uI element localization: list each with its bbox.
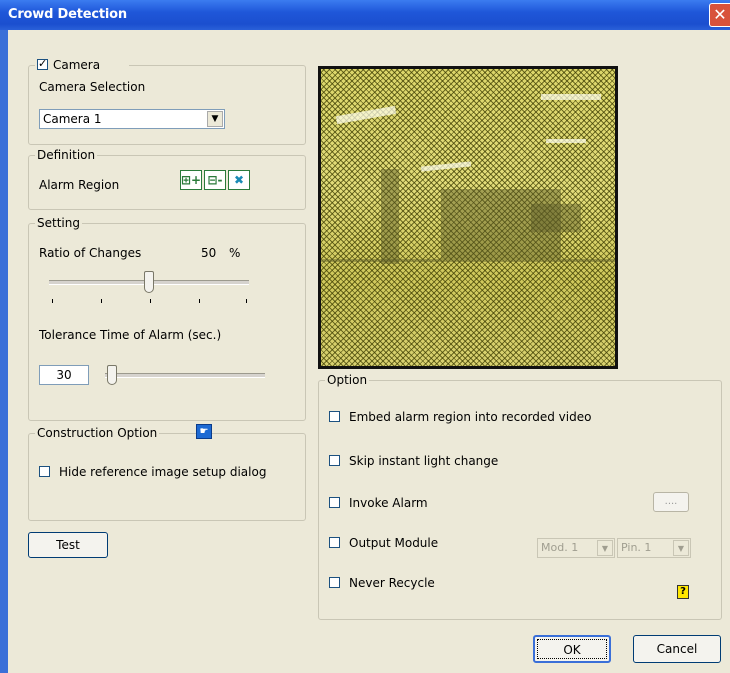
test-button[interactable]: Test: [28, 532, 108, 558]
definition-legend: Definition: [35, 148, 98, 162]
camera-legend: Camera: [35, 57, 129, 72]
never-recycle-label: Never Recycle: [349, 576, 435, 590]
clear-region-icon[interactable]: ✖: [228, 170, 250, 190]
ratio-of-changes-label: Ratio of Changes: [39, 246, 142, 260]
tolerance-slider-track[interactable]: [105, 373, 265, 378]
hide-reference-label: Hide reference image setup dialog: [59, 465, 267, 479]
setting-legend: Setting: [35, 216, 82, 230]
hide-reference-checkbox[interactable]: [39, 466, 50, 477]
pin-select-value: Pin. 1: [621, 541, 652, 554]
crowd-detection-window: Crowd Detection ✕ Camera Camera Selectio…: [0, 0, 730, 673]
ceiling-light: [335, 105, 397, 125]
camera-checkbox[interactable]: [37, 57, 48, 71]
never-recycle-checkbox[interactable]: [329, 577, 340, 588]
cancel-button[interactable]: Cancel: [633, 635, 721, 663]
invoke-alarm-label: Invoke Alarm: [349, 496, 428, 510]
chevron-down-icon[interactable]: ▼: [207, 111, 223, 127]
room-furniture: [531, 204, 581, 232]
ceiling-light: [420, 161, 472, 172]
ok-button[interactable]: OK: [533, 635, 611, 663]
close-button[interactable]: ✕: [709, 3, 730, 27]
room-floor-shadow: [321, 259, 615, 262]
output-module-checkbox[interactable]: [329, 537, 340, 548]
camera-selection-label: Camera Selection: [39, 80, 146, 94]
help-icon[interactable]: ?: [677, 585, 689, 599]
invoke-alarm-checkbox[interactable]: [329, 497, 340, 508]
chevron-down-icon[interactable]: ▼: [673, 540, 689, 556]
alarm-region-label: Alarm Region: [39, 178, 120, 192]
invoke-alarm-settings-button[interactable]: ....: [653, 492, 689, 512]
ceiling-light: [541, 94, 601, 100]
tolerance-time-label: Tolerance Time of Alarm (sec.): [39, 328, 222, 342]
ratio-tick: [101, 299, 102, 303]
window-title: Crowd Detection: [8, 7, 127, 22]
ratio-value: 50: [201, 246, 217, 260]
ceiling-light: [546, 139, 586, 143]
camera-preview-image[interactable]: [318, 66, 618, 369]
title-bar[interactable]: Crowd Detection ✕: [0, 0, 730, 30]
tolerance-time-input[interactable]: 30: [39, 365, 89, 385]
dialog-client-area: Camera Camera Selection Camera 1 ▼ Defin…: [8, 30, 730, 673]
construction-option-group: Construction Option Hide reference image…: [28, 426, 306, 521]
remove-region-icon[interactable]: ⊟-: [204, 170, 226, 190]
ratio-slider-thumb[interactable]: [144, 271, 154, 293]
hand-pointer-icon[interactable]: ☛: [196, 424, 212, 439]
embed-alarm-region-checkbox[interactable]: [329, 411, 340, 422]
skip-light-change-label: Skip instant light change: [349, 454, 499, 468]
definition-group: Definition Alarm Region: [28, 148, 306, 210]
ratio-tick: [199, 299, 200, 303]
ratio-tick: [246, 299, 247, 303]
ratio-tick: [150, 299, 151, 303]
camera-checkbox-label: Camera: [53, 58, 101, 72]
setting-group: Setting Ratio of Changes 50 % Tolerance …: [28, 216, 306, 421]
module-select-value: Mod. 1: [541, 541, 579, 554]
option-group: Option Embed alarm region into recorded …: [318, 373, 722, 620]
embed-alarm-region-label: Embed alarm region into recorded video: [349, 410, 592, 424]
skip-light-change-checkbox[interactable]: [329, 455, 340, 466]
pin-select[interactable]: Pin. 1 ▼: [617, 538, 691, 558]
camera-group: Camera Camera Selection Camera 1 ▼: [28, 57, 306, 145]
construction-option-legend: Construction Option: [35, 426, 160, 440]
camera-select[interactable]: Camera 1 ▼: [39, 109, 225, 129]
output-module-label: Output Module: [349, 536, 439, 550]
option-legend: Option: [325, 373, 370, 387]
chevron-down-icon[interactable]: ▼: [597, 540, 613, 556]
tolerance-slider-thumb[interactable]: [107, 365, 117, 385]
camera-select-value: Camera 1: [43, 112, 102, 126]
room-pillar: [381, 169, 399, 264]
module-select[interactable]: Mod. 1 ▼: [537, 538, 615, 558]
ratio-unit: %: [229, 246, 241, 260]
add-region-icon[interactable]: ⊞+: [180, 170, 202, 190]
ratio-tick: [52, 299, 53, 303]
